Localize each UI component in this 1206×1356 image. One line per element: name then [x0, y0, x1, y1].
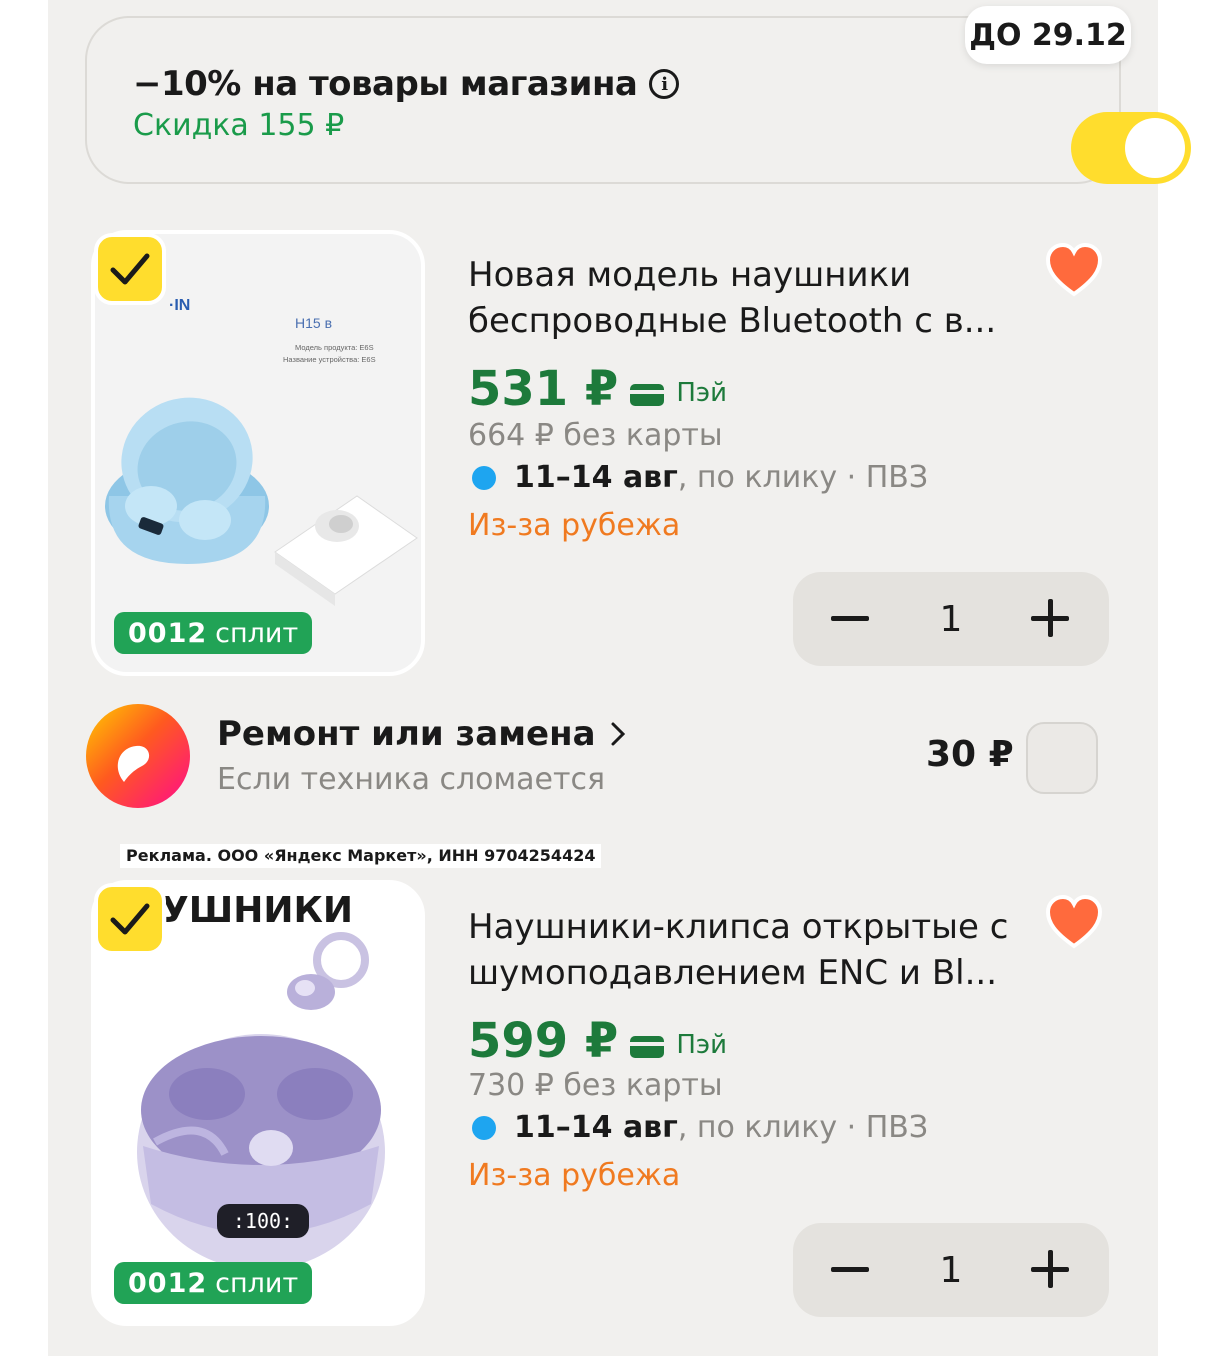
checkmark-icon [110, 903, 150, 935]
select-product-checkbox[interactable] [94, 233, 166, 305]
split-dots: 0012 [128, 1267, 208, 1299]
product-title[interactable]: Новая модель наушники беспроводные Bluet… [468, 252, 1028, 344]
discount-amount: Скидка 155 ₽ [133, 108, 345, 143]
image-model: H15 в [295, 315, 332, 331]
delivery-method: , по клику · ПВЗ [677, 1110, 929, 1145]
card-price: 599 ₽ [468, 1013, 619, 1069]
info-icon[interactable]: i [649, 69, 680, 99]
product-title[interactable]: Наушники-клипса открытые с шумоподавлени… [468, 904, 1028, 996]
product-title-line2: шумоподавлением ENC и Bl... [468, 953, 998, 993]
pay-label: Пэй [676, 378, 728, 408]
repair-service-logo [86, 704, 190, 808]
origin-label: Из-за рубежа [468, 508, 681, 543]
delivery-method: , по клику · ПВЗ [677, 460, 929, 495]
repair-price: 30 ₽ [926, 734, 1014, 775]
delivery-date: 11–14 авг [514, 460, 678, 495]
card-price: 531 ₽ [468, 361, 619, 417]
card-icon [630, 384, 665, 406]
quantity-stepper: 1 [793, 572, 1109, 666]
decrease-quantity-button[interactable] [829, 597, 873, 641]
repair-option-link[interactable]: Ремонт или замена [217, 714, 626, 754]
delivery-dot-icon [472, 1115, 496, 1140]
price-without-card: 664 ₽ без карты [468, 418, 723, 453]
delivery-info: 11–14 авг, по клику · ПВЗ [472, 460, 928, 495]
image-line1: Модель продукта: E6S [295, 343, 374, 352]
delivery-date: 11–14 авг [514, 1110, 678, 1145]
ad-disclaimer: Реклама. ООО «Яндекс Маркет», ИНН 970425… [120, 844, 602, 868]
expiry-badge: ДО 29.12 [965, 6, 1131, 64]
product-title-line2: беспроводные Bluetooth с в... [468, 301, 997, 341]
pay-label: Пэй [676, 1030, 728, 1060]
split-badge: 0012 сплит [114, 1262, 313, 1304]
split-badge: 0012 сплит [114, 612, 313, 654]
price-with-card: 599 ₽ Пэй [468, 1016, 727, 1066]
quantity-value: 1 [939, 1249, 963, 1291]
image-line2: Название устройства: E6S [283, 355, 376, 364]
card-icon [630, 1036, 665, 1058]
toggle-knob [1125, 118, 1185, 178]
discount-title: −10% на товары магазина i [133, 64, 680, 104]
heart-icon[interactable] [1044, 242, 1104, 298]
repair-subtitle: Если техника сломается [217, 762, 606, 797]
split-dots: 0012 [128, 617, 208, 649]
increase-quantity-button[interactable] [1029, 597, 1073, 641]
price-with-card: 531 ₽ Пэй [468, 364, 727, 414]
increase-quantity-button[interactable] [1029, 1248, 1073, 1292]
split-label: сплит [215, 617, 299, 649]
delivery-dot-icon [472, 465, 496, 490]
product-title-line1: Наушники-клипса открытые с [468, 907, 1009, 947]
svg-text::100:: :100: [233, 1209, 293, 1233]
quantity-stepper: 1 [793, 1223, 1109, 1317]
repair-checkbox[interactable] [1026, 722, 1098, 794]
split-label: сплит [215, 1267, 299, 1299]
discount-title-text: −10% на товары магазина [133, 64, 638, 104]
chevron-right-icon [611, 722, 625, 746]
price-without-card: 730 ₽ без карты [468, 1068, 723, 1103]
product-title-line1: Новая модель наушники [468, 255, 912, 295]
image-heading: УШНИКИ [161, 890, 353, 931]
repair-title: Ремонт или замена [217, 714, 596, 754]
delivery-info: 11–14 авг, по клику · ПВЗ [472, 1110, 928, 1145]
discount-toggle[interactable] [1071, 112, 1191, 184]
quantity-value: 1 [939, 598, 963, 640]
decrease-quantity-button[interactable] [829, 1248, 873, 1292]
checkmark-icon [110, 253, 150, 285]
select-product-checkbox[interactable] [94, 883, 166, 955]
heart-icon[interactable] [1044, 894, 1104, 950]
origin-label: Из-за рубежа [468, 1158, 681, 1193]
image-brand: ·IN [169, 297, 190, 314]
